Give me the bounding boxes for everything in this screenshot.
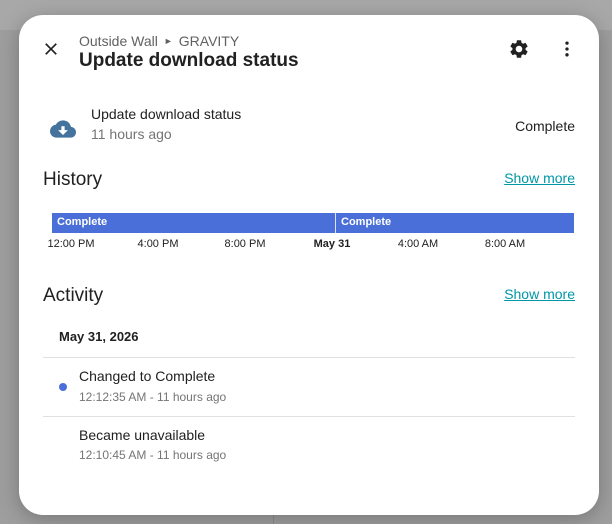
activity-date-header: May 31, 2026: [59, 329, 139, 344]
breadcrumb-device[interactable]: GRAVITY: [179, 33, 239, 49]
dialog-title: Update download status: [79, 50, 299, 71]
timeline-tick-label: 12:00 PM: [47, 238, 95, 250]
activity-title: Activity: [43, 285, 104, 306]
entity-last-changed: 11 hours ago: [91, 126, 172, 142]
history-timeline-bar[interactable]: Complete Complete: [52, 213, 574, 233]
activity-item-subtitle: 12:10:45 AM - 11 hours ago: [79, 448, 227, 462]
timeline-tick-label: 4:00 PM: [137, 238, 179, 250]
timeline-segment-label: Complete: [341, 216, 392, 228]
history-title: History: [43, 169, 103, 190]
entity-name: Update download status: [91, 106, 242, 122]
timeline-tick-label: 8:00 AM: [484, 238, 526, 250]
settings-button[interactable]: [503, 33, 535, 65]
entity-state: Complete: [515, 118, 575, 134]
activity-item-subtitle: 12:12:35 AM - 11 hours ago: [79, 390, 227, 404]
breadcrumb: Outside Wall ► GRAVITY: [79, 33, 239, 49]
close-icon: [45, 43, 57, 55]
more-info-dialog: Outside Wall ► GRAVITY Update download s…: [19, 15, 599, 515]
activity-divider: [43, 357, 575, 358]
timeline-tick-label: May 31: [313, 238, 351, 250]
gear-icon: [510, 40, 528, 58]
cloud-download-icon: [50, 120, 76, 138]
timeline-segment-label: Complete: [57, 216, 108, 228]
timeline-segment-divider: [335, 213, 336, 233]
timeline-tick-label: 4:00 AM: [397, 238, 439, 250]
activity-item-title[interactable]: Changed to Complete: [79, 368, 215, 384]
more-vert-icon: [565, 41, 569, 57]
activity-divider: [43, 416, 575, 417]
history-show-more-link[interactable]: Show more: [504, 170, 575, 186]
close-button[interactable]: [35, 33, 67, 65]
more-options-button[interactable]: [551, 33, 583, 65]
activity-indicator-dot: [59, 383, 67, 391]
breadcrumb-separator-icon: ►: [163, 36, 173, 46]
activity-show-more-link[interactable]: Show more: [504, 286, 575, 302]
activity-item-title[interactable]: Became unavailable: [79, 427, 205, 443]
timeline-tick-label: 8:00 PM: [224, 238, 266, 250]
breadcrumb-area[interactable]: Outside Wall: [79, 33, 158, 49]
